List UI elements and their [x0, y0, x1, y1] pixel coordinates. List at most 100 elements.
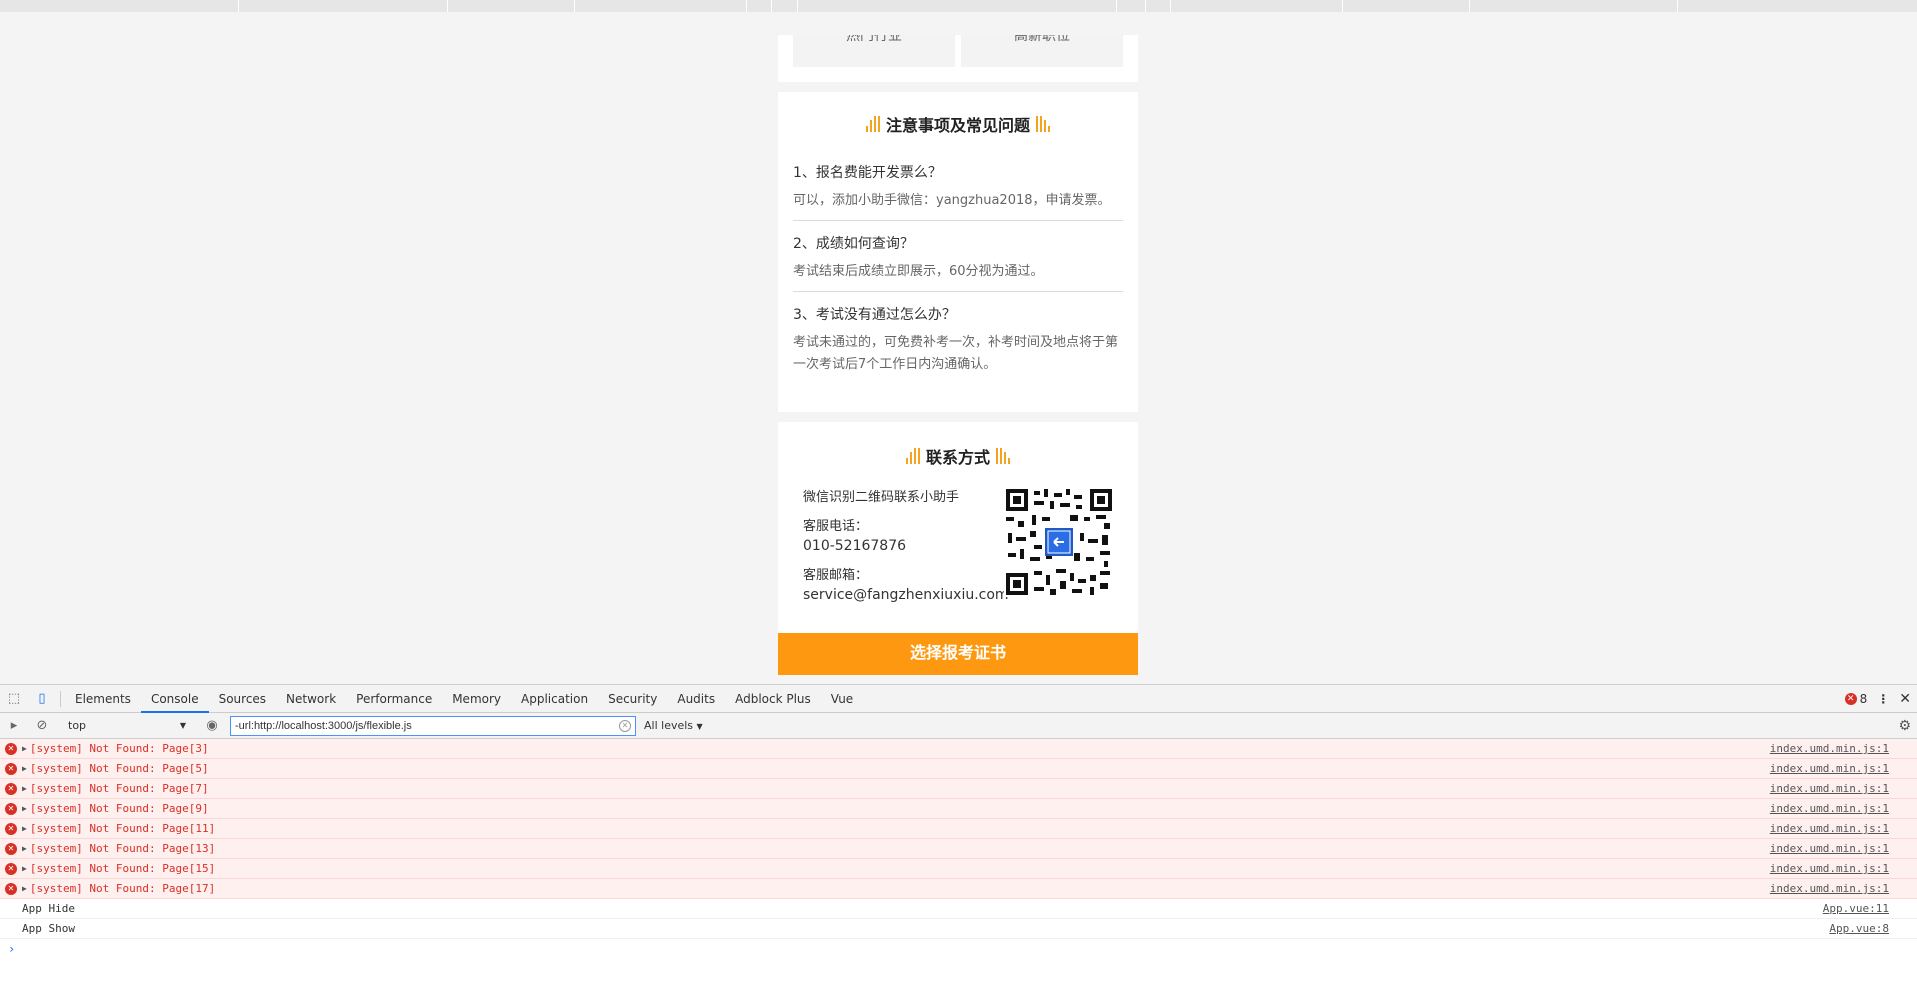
- error-icon: ✕: [1844, 693, 1857, 705]
- console-prompt[interactable]: ›: [0, 939, 1917, 959]
- qr-code-icon: [1004, 487, 1114, 597]
- contact-title-text: 联系方式: [925, 448, 990, 467]
- levels-value: All levels: [644, 719, 694, 732]
- log-row[interactable]: ✕ ▶ [system] Not Found: Page[13] index.umd.…: [0, 839, 1917, 859]
- tab-vue[interactable]: Vue: [821, 685, 863, 713]
- top-category-card: 热门行业 高薪职位: [778, 35, 1138, 82]
- faq-item: 2、成绩如何查询？ 考试结束后成绩立即展示，60分视为通过。: [793, 221, 1123, 292]
- top-ruler: [0, 0, 1917, 12]
- clear-console-icon[interactable]: ⊘: [28, 712, 56, 740]
- error-icon: ✕: [5, 802, 17, 815]
- faq-answer: 考试结束后成绩立即展示，60分视为通过。: [793, 264, 1044, 279]
- log-row[interactable]: ✕ ▶ [system] Not Found: Page[11] index.umd.…: [0, 819, 1917, 839]
- expand-caret-icon[interactable]: ▶: [22, 824, 27, 833]
- log-message: [system] Not Found: Page[7]: [29, 782, 209, 795]
- faq-question: 2、成绩如何查询？: [793, 236, 914, 252]
- faq-question: 3、考试没有通过怎么办？: [793, 307, 956, 323]
- close-icon[interactable]: ✕: [1899, 691, 1911, 707]
- tab-network[interactable]: Network: [276, 685, 346, 713]
- category-cell[interactable]: 热门行业: [793, 35, 955, 67]
- error-icon: ✕: [5, 782, 17, 795]
- faq-answer: 可以，添加小助手微信：yangzhua2018，申请发票。: [793, 193, 1111, 208]
- error-icon: ✕: [5, 762, 17, 775]
- expand-caret-icon[interactable]: ▶: [22, 784, 27, 793]
- log-source-link[interactable]: index.umd.min.js:1: [1770, 762, 1889, 775]
- console-log: ✕ ▶ [system] Not Found: Page[3] index.umd.m…: [0, 739, 1917, 959]
- clear-filter-icon[interactable]: ✕: [619, 719, 631, 732]
- chevron-down-icon: ▼: [696, 722, 703, 731]
- tab-console[interactable]: Console: [140, 685, 209, 713]
- log-message: [system] Not Found: Page[11]: [29, 822, 216, 835]
- error-icon: ✕: [5, 742, 17, 755]
- category-cell[interactable]: 高薪职位: [961, 35, 1123, 67]
- tab-performance[interactable]: Performance: [346, 685, 442, 713]
- log-source-link[interactable]: index.umd.min.js:1: [1770, 822, 1889, 835]
- select-certificate-button[interactable]: 选择报考证书: [778, 633, 1138, 675]
- console-filter-input[interactable]: -url:http://localhost:3000/js/flexible.j…: [230, 715, 636, 736]
- log-source-link[interactable]: index.umd.min.js:1: [1770, 842, 1889, 855]
- log-message: [system] Not Found: Page[9]: [29, 802, 209, 815]
- error-icon: ✕: [5, 882, 17, 895]
- log-source-link[interactable]: index.umd.min.js:1: [1770, 882, 1889, 895]
- context-select[interactable]: top ▼: [62, 716, 192, 736]
- expand-caret-icon[interactable]: ▶: [22, 744, 27, 753]
- log-message: [system] Not Found: Page[5]: [29, 762, 209, 775]
- tab-adblock-plus[interactable]: Adblock Plus: [725, 685, 821, 713]
- devtools-right-controls: ✕ 8 ⋮ ✕: [1844, 685, 1911, 713]
- more-options-icon[interactable]: ⋮: [1877, 692, 1889, 706]
- sidebar-toggle-icon[interactable]: ▸: [0, 712, 28, 740]
- error-icon: ✕: [5, 822, 17, 835]
- decor-bars-left-icon: [865, 116, 880, 132]
- expand-caret-icon[interactable]: ▶: [22, 884, 27, 893]
- tab-security[interactable]: Security: [598, 685, 667, 713]
- error-count-badge[interactable]: ✕ 8: [1844, 692, 1867, 706]
- prompt-chevron-icon: ›: [8, 942, 16, 956]
- contact-title: 联系方式: [793, 444, 1123, 468]
- tab-sources[interactable]: Sources: [209, 685, 276, 713]
- error-icon: ✕: [5, 842, 17, 855]
- log-source-link[interactable]: App.vue:8: [1829, 922, 1889, 935]
- error-icon: ✕: [5, 862, 17, 875]
- decor-bars-left-icon: [905, 448, 920, 464]
- log-source-link[interactable]: index.umd.min.js:1: [1770, 782, 1889, 795]
- eye-icon[interactable]: ◉: [198, 712, 226, 740]
- log-message: [system] Not Found: Page[3]: [29, 742, 209, 755]
- expand-caret-icon[interactable]: ▶: [22, 864, 27, 873]
- log-source-link[interactable]: index.umd.min.js:1: [1770, 742, 1889, 755]
- tab-elements[interactable]: Elements: [65, 685, 141, 713]
- category-label: 热门行业: [846, 35, 902, 44]
- expand-caret-icon[interactable]: ▶: [22, 764, 27, 773]
- log-message: App Hide: [22, 902, 75, 915]
- log-source-link[interactable]: App.vue:11: [1823, 902, 1889, 915]
- device-toolbar-icon[interactable]: ▯: [28, 685, 56, 713]
- context-value: top: [68, 719, 87, 732]
- log-message: [system] Not Found: Page[15]: [29, 862, 216, 875]
- log-row[interactable]: ✕ ▶ [system] Not Found: Page[5] index.umd.m…: [0, 759, 1917, 779]
- expand-caret-icon[interactable]: ▶: [22, 804, 27, 813]
- gear-icon[interactable]: ⚙: [1898, 718, 1911, 734]
- log-source-link[interactable]: index.umd.min.js:1: [1770, 802, 1889, 815]
- log-message: App Show: [22, 922, 75, 935]
- log-row[interactable]: ✕ ▶ [system] Not Found: Page[7] index.umd.m…: [0, 779, 1917, 799]
- chevron-down-icon: ▼: [179, 721, 186, 730]
- divider: [60, 690, 61, 707]
- log-row: App Show App.vue:8: [0, 919, 1917, 939]
- log-row: App Hide App.vue:11: [0, 899, 1917, 919]
- faq-title-text: 注意事项及常见问题: [885, 116, 1030, 135]
- decor-bars-right-icon: [1036, 116, 1050, 132]
- tab-audits[interactable]: Audits: [667, 685, 725, 713]
- faq-section: 注意事项及常见问题 1、报名费能开发票么？ 可以，添加小助手微信：yangzhu…: [778, 92, 1138, 412]
- inspect-element-icon[interactable]: ⬚: [0, 685, 28, 713]
- log-levels-select[interactable]: All levels ▼: [644, 719, 703, 732]
- console-toolbar: ▸ ⊘ top ▼ ◉ -url:http://localhost:3000/j…: [0, 713, 1917, 739]
- tab-memory[interactable]: Memory: [442, 685, 511, 713]
- tab-application[interactable]: Application: [511, 685, 598, 713]
- log-row[interactable]: ✕ ▶ [system] Not Found: Page[3] index.umd.m…: [0, 739, 1917, 759]
- log-row[interactable]: ✕ ▶ [system] Not Found: Page[9] index.umd.m…: [0, 799, 1917, 819]
- log-row[interactable]: ✕ ▶ [system] Not Found: Page[15] index.umd.…: [0, 859, 1917, 879]
- expand-caret-icon[interactable]: ▶: [22, 844, 27, 853]
- log-row[interactable]: ✕ ▶ [system] Not Found: Page[17] index.umd.…: [0, 879, 1917, 899]
- log-source-link[interactable]: index.umd.min.js:1: [1770, 862, 1889, 875]
- faq-question: 1、报名费能开发票么？: [793, 165, 942, 181]
- contact-section: 联系方式 微信识别二维码联系小助手 客服电话： 010-52167876 客服邮…: [778, 422, 1138, 634]
